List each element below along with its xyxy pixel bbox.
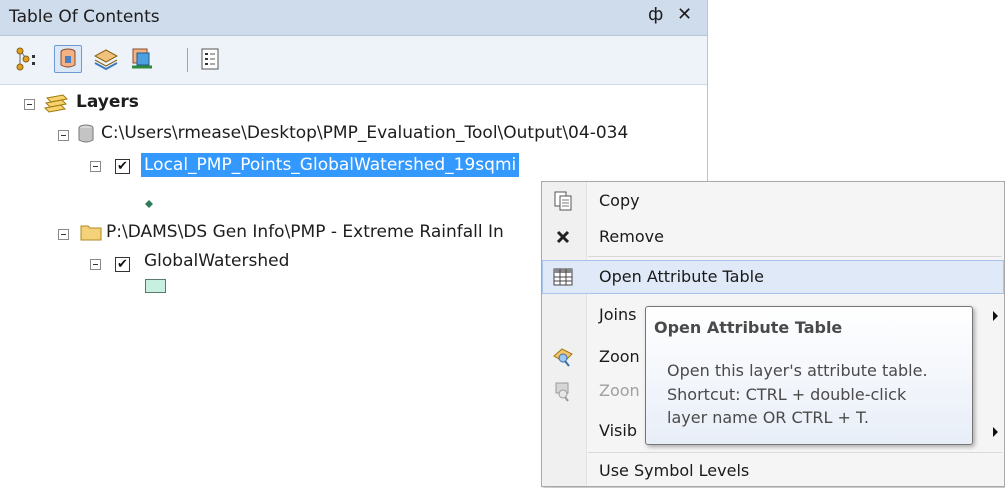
menu-item-remove[interactable]: Remove xyxy=(542,220,1004,254)
layer1-name-selected[interactable]: Local_PMP_Points_GlobalWatershed_19sqmi xyxy=(141,153,520,177)
layer1-visibility-checkbox[interactable]: ✔ xyxy=(115,159,130,174)
tooltip-shortcut: Shortcut: CTRL + double-click xyxy=(667,385,907,404)
layer2-visibility-checkbox[interactable]: ✔ xyxy=(115,257,130,272)
database-icon xyxy=(75,123,97,145)
zoom-to-layer-icon xyxy=(552,346,574,368)
menu-item-copy[interactable]: Copy xyxy=(542,184,1004,218)
menu-item-label: Copy xyxy=(599,191,640,210)
data-frame-label[interactable]: Layers xyxy=(76,92,139,112)
tooltip-title: Open Attribute Table xyxy=(654,318,843,337)
layer2-name[interactable]: GlobalWatershed xyxy=(144,251,289,271)
zoom-to-visible-scale-icon xyxy=(552,380,574,402)
menu-item-open-attribute-table[interactable]: Open Attribute Table xyxy=(542,260,1004,294)
menu-item-label: Remove xyxy=(599,227,664,246)
list-by-visibility-icon[interactable] xyxy=(92,45,120,73)
collapse-layer1-toggle[interactable] xyxy=(90,161,101,172)
toolbar-separator xyxy=(187,48,188,72)
menu-separator xyxy=(588,452,1002,453)
tooltip-description: Open this layer's attribute table. xyxy=(667,361,928,380)
polygon-symbol-swatch xyxy=(145,279,166,293)
menu-item-label: Visib xyxy=(599,421,637,440)
point-symbol-icon xyxy=(145,193,153,208)
collapse-source2-toggle[interactable] xyxy=(58,229,69,240)
list-by-selection-icon[interactable] xyxy=(128,45,156,73)
toc-title-bar[interactable]: Table Of Contents ф ✕ xyxy=(0,0,707,36)
copy-icon xyxy=(552,190,574,212)
list-by-drawing-order-icon[interactable] xyxy=(14,45,42,73)
menu-item-label: Open Attribute Table xyxy=(599,267,764,286)
layers-stack-icon xyxy=(43,92,69,114)
submenu-arrow-icon xyxy=(993,427,998,437)
menu-separator xyxy=(588,256,1002,257)
tooltip-open-attribute-table: Open Attribute Table Open this layer's a… xyxy=(645,306,973,445)
submenu-arrow-icon xyxy=(993,311,998,321)
menu-item-label: Joins xyxy=(599,305,637,324)
menu-item-label: Zoon xyxy=(599,381,640,400)
attribute-table-icon xyxy=(552,266,574,288)
menu-item-label: Use Symbol Levels xyxy=(599,461,750,480)
source1-path[interactable]: C:\Users\rmease\Desktop\PMP_Evaluation_T… xyxy=(101,123,628,143)
folder-icon xyxy=(80,222,102,242)
pin-icon[interactable]: ф xyxy=(648,4,663,25)
collapse-source1-toggle[interactable] xyxy=(58,130,69,141)
remove-icon xyxy=(552,226,574,248)
collapse-layers-toggle[interactable] xyxy=(24,99,35,110)
source2-path[interactable]: P:\DAMS\DS Gen Info\PMP - Extreme Rainfa… xyxy=(106,222,504,242)
options-icon[interactable] xyxy=(196,45,224,73)
collapse-layer2-toggle[interactable] xyxy=(90,259,101,270)
close-icon[interactable]: ✕ xyxy=(677,4,692,25)
menu-item-use-symbol-levels[interactable]: Use Symbol Levels xyxy=(542,454,1004,488)
menu-item-label: Zoon xyxy=(599,347,640,366)
tooltip-shortcut-cont: layer name OR CTRL + T. xyxy=(667,408,869,427)
toc-toolbar xyxy=(0,36,707,85)
toc-title: Table Of Contents xyxy=(9,7,160,27)
list-by-source-icon[interactable] xyxy=(54,45,82,73)
